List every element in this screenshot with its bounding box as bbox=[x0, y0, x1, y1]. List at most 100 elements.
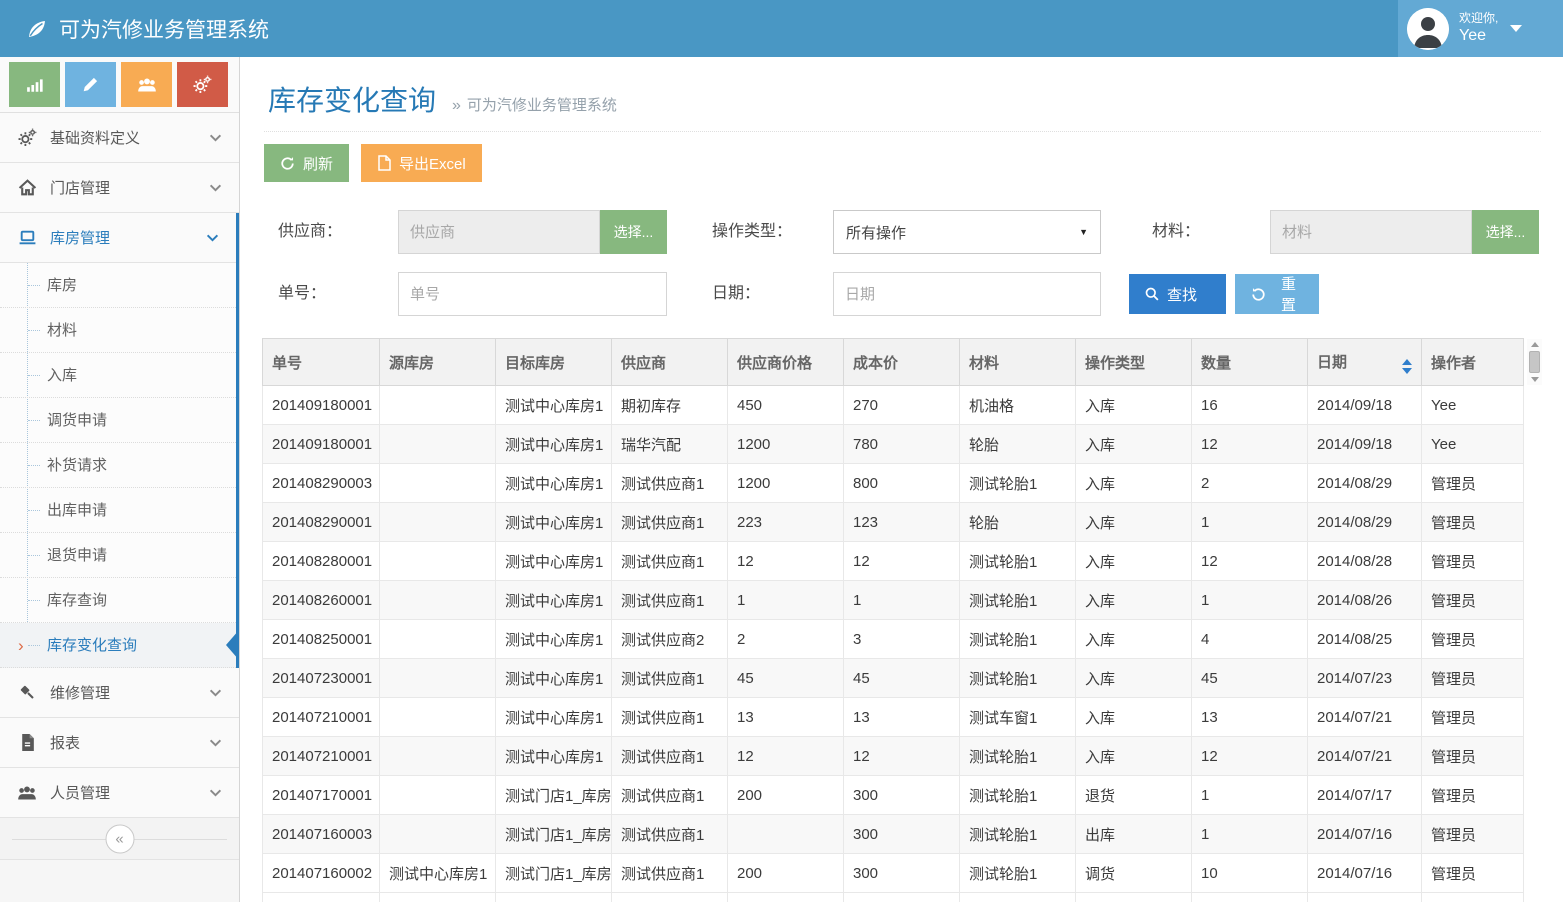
cell: 201407170001 bbox=[263, 776, 380, 815]
column-header-0[interactable]: 单号 bbox=[263, 339, 380, 386]
table-row[interactable]: 201408280001测试中心库房1测试供应商11212测试轮胎1入库1220… bbox=[263, 542, 1524, 581]
material-input[interactable] bbox=[1270, 210, 1472, 254]
reset-button[interactable]: 重置 bbox=[1235, 274, 1319, 314]
sidebar: 基础资料定义 门店管理 库房管理 ›库房›材料›入库›调货申请›补货请求›出库申… bbox=[0, 57, 240, 902]
sidebar-subitem-0[interactable]: ›库房 bbox=[0, 263, 236, 308]
column-header-5[interactable]: 成本价 bbox=[844, 339, 960, 386]
sidebar-subitem-7[interactable]: ›库存查询 bbox=[0, 578, 236, 623]
sidebar-subitem-6[interactable]: ›退货申请 bbox=[0, 533, 236, 578]
username: Yee bbox=[1459, 26, 1498, 46]
cell: 1200 bbox=[728, 464, 844, 503]
user-menu[interactable]: 欢迎你, Yee bbox=[1398, 0, 1563, 57]
order-number-input[interactable] bbox=[398, 272, 667, 316]
table-row[interactable]: 201408260001测试中心库房1测试供应商111测试轮胎1入库12014/… bbox=[263, 581, 1524, 620]
column-header-6[interactable]: 材料 bbox=[960, 339, 1076, 386]
cell: 测试供应商1 bbox=[612, 737, 728, 776]
export-excel-button[interactable]: 导出Excel bbox=[361, 144, 482, 182]
cell: 管理员 bbox=[1422, 464, 1524, 503]
cell: 入库 bbox=[1076, 425, 1192, 464]
cell: 2014/08/25 bbox=[1308, 620, 1422, 659]
scrollbar-thumb[interactable] bbox=[1529, 351, 1540, 373]
cell: 10 bbox=[1192, 854, 1308, 893]
supplier-input[interactable] bbox=[398, 210, 600, 254]
column-header-2[interactable]: 目标库房 bbox=[496, 339, 612, 386]
sidebar-subitem-label: 调货申请 bbox=[47, 412, 107, 429]
shortcut-settings-button[interactable] bbox=[177, 62, 228, 107]
page-header: 库存变化查询 » 可为汽修业务管理系统 bbox=[240, 57, 1563, 132]
table-row[interactable]: 201408290001测试中心库房1测试供应商1223123轮胎入库12014… bbox=[263, 503, 1524, 542]
table-row[interactable]: 201409180001测试中心库房1期初库存450270机油格入库162014… bbox=[263, 386, 1524, 425]
table-row[interactable]: 201408290003测试中心库房1测试供应商11200800测试轮胎1入库2… bbox=[263, 464, 1524, 503]
users-icon bbox=[17, 783, 37, 803]
sidebar-item-base-data[interactable]: 基础资料定义 bbox=[0, 113, 239, 163]
table-row[interactable]: 201407170001测试门店1_库房测试供应商1200300测试轮胎1退货1… bbox=[263, 776, 1524, 815]
cell: 测试供应商2 bbox=[612, 620, 728, 659]
cell bbox=[380, 425, 496, 464]
scroll-down-arrow-icon[interactable] bbox=[1531, 377, 1539, 382]
sidebar-subitem-3[interactable]: ›调货申请 bbox=[0, 398, 236, 443]
column-header-7[interactable]: 操作类型 bbox=[1076, 339, 1192, 386]
date-input[interactable] bbox=[833, 272, 1101, 316]
sidebar-subitem-4[interactable]: ›补货请求 bbox=[0, 443, 236, 488]
cell: 200 bbox=[728, 854, 844, 893]
header-divider bbox=[264, 131, 1541, 132]
table-vertical-scrollbar[interactable] bbox=[1527, 339, 1542, 385]
column-header-1[interactable]: 源库房 bbox=[380, 339, 496, 386]
column-header-10[interactable]: 操作者 bbox=[1422, 339, 1524, 386]
cell: 入库 bbox=[1076, 620, 1192, 659]
supplier-choose-button[interactable]: 选择... bbox=[600, 210, 667, 254]
sidebar-subitem-1[interactable]: ›材料 bbox=[0, 308, 236, 353]
sidebar-collapse-row: « bbox=[0, 818, 239, 860]
table-row[interactable]: 201407160003测试门店1_库房测试供应商1300测试轮胎1出库1201… bbox=[263, 815, 1524, 854]
sidebar-section-warehouse: 库房管理 ›库房›材料›入库›调货申请›补货请求›出库申请›退货申请›库存查询›… bbox=[0, 213, 239, 668]
sidebar-section-stores: 门店管理 bbox=[0, 163, 239, 213]
sidebar-subitem-8[interactable]: ›库存变化查询 bbox=[0, 623, 236, 668]
cell: 123 bbox=[844, 503, 960, 542]
table-row[interactable]: 201409180001测试中心库房1瑞华汽配1200780轮胎入库122014… bbox=[263, 425, 1524, 464]
table-row[interactable]: 201408250001测试中心库房1测试供应商223测试轮胎1入库42014/… bbox=[263, 620, 1524, 659]
column-label: 材料 bbox=[969, 355, 999, 372]
user-greeting: 欢迎你, Yee bbox=[1459, 11, 1498, 46]
column-header-4[interactable]: 供应商价格 bbox=[728, 339, 844, 386]
sidebar-item-stores[interactable]: 门店管理 bbox=[0, 163, 239, 213]
sidebar-item-staff[interactable]: 人员管理 bbox=[0, 768, 239, 818]
cell: 1 bbox=[1192, 776, 1308, 815]
cell: 2 bbox=[728, 620, 844, 659]
sidebar-section-staff: 人员管理 bbox=[0, 768, 239, 818]
sidebar-item-warehouse[interactable]: 库房管理 bbox=[0, 213, 236, 263]
table-row[interactable]: 201407210001测试中心库房1测试供应商11212测试轮胎1入库1220… bbox=[263, 737, 1524, 776]
table-row[interactable]: 201407230001测试中心库房1测试供应商14545测试轮胎1入库4520… bbox=[263, 659, 1524, 698]
cell: 出库 bbox=[1076, 815, 1192, 854]
table-row[interactable]: 201407210001测试中心库房1测试供应商11313测试车窗1入库1320… bbox=[263, 698, 1524, 737]
cell: 45 bbox=[844, 659, 960, 698]
operation-type-select[interactable]: 所有操作 ▼ bbox=[833, 210, 1101, 254]
sidebar-item-reports[interactable]: 报表 bbox=[0, 718, 239, 768]
cell bbox=[380, 698, 496, 737]
sidebar-item-repair[interactable]: 维修管理 bbox=[0, 668, 239, 718]
cell: 450 bbox=[728, 386, 844, 425]
material-choose-button[interactable]: 选择... bbox=[1472, 210, 1539, 254]
column-header-3[interactable]: 供应商 bbox=[612, 339, 728, 386]
sort-icon[interactable] bbox=[1402, 359, 1412, 374]
chevron-down-icon bbox=[209, 684, 222, 701]
shortcut-chart-button[interactable] bbox=[9, 62, 60, 107]
sidebar-subitem-5[interactable]: ›出库申请 bbox=[0, 488, 236, 533]
shortcut-edit-button[interactable] bbox=[65, 62, 116, 107]
cell: 测试供应商1 bbox=[612, 815, 728, 854]
sidebar-item-label: 人员管理 bbox=[50, 782, 110, 803]
sidebar-collapse-button[interactable]: « bbox=[105, 824, 134, 853]
sidebar-subitem-label: 材料 bbox=[47, 322, 77, 339]
cell bbox=[380, 815, 496, 854]
sidebar-subitem-2[interactable]: ›入库 bbox=[0, 353, 236, 398]
scroll-up-arrow-icon[interactable] bbox=[1531, 342, 1539, 347]
cell: 201408290001 bbox=[263, 503, 380, 542]
shortcut-users-button[interactable] bbox=[121, 62, 172, 107]
table-row[interactable]: 201407160002测试中心库房1测试门店1_库房测试供应商1200300测… bbox=[263, 854, 1524, 893]
cell: 管理员 bbox=[1422, 815, 1524, 854]
refresh-button[interactable]: 刷新 bbox=[264, 144, 349, 182]
cell: 测试轮胎1 bbox=[960, 737, 1076, 776]
cell: 测试中心库房1 bbox=[496, 737, 612, 776]
column-header-8[interactable]: 数量 bbox=[1192, 339, 1308, 386]
search-button[interactable]: 查找 bbox=[1129, 274, 1226, 314]
column-header-9[interactable]: 日期 bbox=[1308, 339, 1422, 386]
